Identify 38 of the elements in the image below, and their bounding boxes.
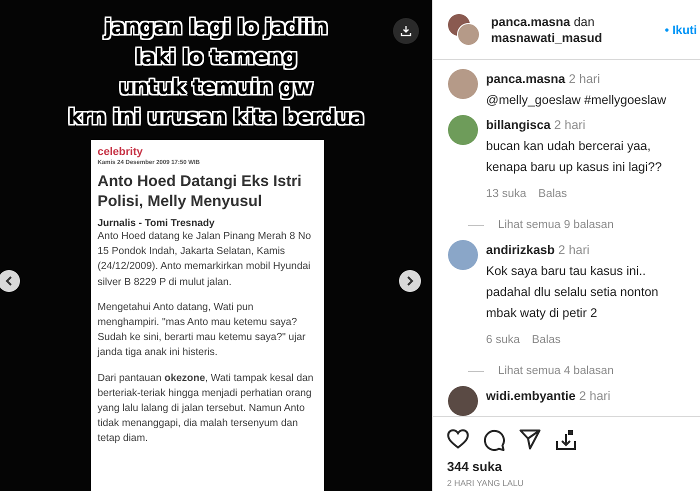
article-section: celebrity bbox=[98, 146, 316, 158]
caption-text: @melly_goeslaw #mellygoeslaw bbox=[486, 92, 668, 109]
send-icon[interactable] bbox=[519, 429, 541, 450]
comment-time: 2 hari bbox=[568, 72, 600, 86]
heart-icon[interactable] bbox=[447, 429, 469, 449]
comment-text: Kok saya baru tau kasus ini.. padahal dlu selalu setia nonton mbak waty di petir 2 bbox=[486, 263, 660, 322]
next-button[interactable] bbox=[399, 270, 421, 292]
article-paragraph: Mengetahui Anto datang, Wati pun menghampiri. "mas Anto mau ketemu saya? Sudah ke sini, berarti mau ketemu saya?" ujar janda tiga anak ini histeris. bbox=[98, 300, 307, 360]
download-button[interactable] bbox=[393, 18, 419, 44]
avatar[interactable] bbox=[448, 386, 478, 416]
post-time: 2 HARI YANG LALU bbox=[447, 478, 525, 488]
comment-username[interactable]: panca.masna bbox=[486, 72, 566, 86]
article-paragraph: Anto Hoed datang ke Jalan Pinang Merah 8 No 15 Pondok Indah, Jakarta Selatan, Kamis (24/12/2009). Anto memarkirkan mobil Hyundai silver B 8229 P di mulut jalan. bbox=[98, 230, 312, 290]
previous-button[interactable] bbox=[0, 270, 20, 292]
comment-time: 2 hari bbox=[558, 243, 590, 257]
article-author: Jurnalis - Tomi Tresnady bbox=[98, 218, 216, 229]
caption-overlay-text: jangan lagi lo jadiin bbox=[104, 12, 328, 42]
comment-time: 2 hari bbox=[579, 389, 610, 403]
caption-overlay-text: krn ini urusan kita berdua bbox=[68, 104, 364, 131]
caption-overlay-text: laki lo tameng bbox=[134, 44, 298, 72]
comment-username[interactable]: widi.embyantie bbox=[486, 389, 576, 403]
article-headline: Anto Hoed Datangi Eks Istri Polisi, Melly Menyusul bbox=[98, 172, 303, 212]
author-username[interactable]: panca.masna bbox=[491, 14, 570, 28]
comment-text: bucan kan udah bercerai yaa, kenapa baru up kasus ini lagi?? bbox=[486, 138, 663, 176]
like-total[interactable]: 344 suka bbox=[447, 459, 686, 474]
save-download-icon[interactable] bbox=[555, 429, 577, 451]
comment-icon[interactable] bbox=[483, 429, 505, 451]
chevron-right-icon bbox=[406, 276, 414, 286]
download-icon bbox=[400, 25, 412, 37]
comment-time: 2 hari bbox=[554, 118, 586, 132]
chevron-left-icon bbox=[5, 276, 13, 286]
avatar-pair[interactable] bbox=[448, 14, 480, 46]
article-paragraph: Dari pantauan okezone, Wati tampak kesal dan berteriak-teriak hingga menjadi perhatian orang yang lalu lalang di jalan tersebut. Namun Anto tidak menanggapi, dia malah tersenyum dan tetap diam. bbox=[98, 372, 314, 446]
coauthor-username[interactable]: masnawati_masud bbox=[491, 30, 654, 46]
joiner-text: dan bbox=[574, 14, 595, 28]
caption-overlay-text: untuk temuin gw bbox=[119, 74, 313, 102]
comment-username[interactable]: billangisca bbox=[486, 118, 551, 132]
comment-username[interactable]: andirizkasb bbox=[486, 243, 555, 257]
